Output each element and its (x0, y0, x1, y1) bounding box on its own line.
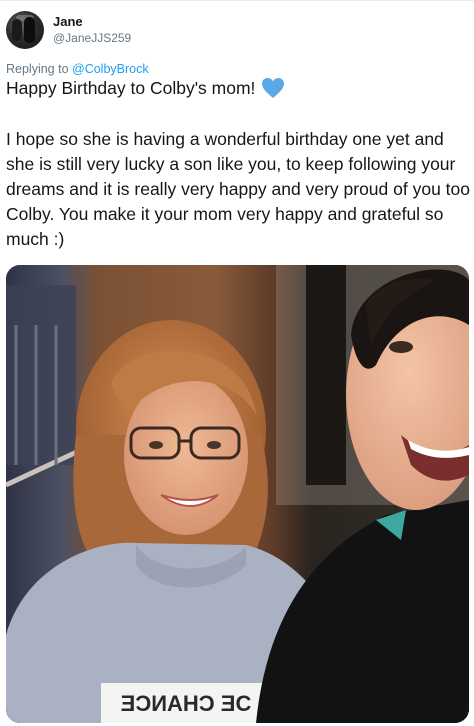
replying-to-line: Replying to @ColbyBrock (6, 62, 149, 76)
display-name[interactable]: Jane (53, 14, 131, 30)
replying-to-mention-link[interactable]: @ColbyBrock (72, 62, 149, 76)
tweet-photo[interactable]: ƎƆИAHƆ ƎC (6, 265, 469, 723)
photo-illustration: ƎƆИAHƆ ƎC (6, 265, 469, 723)
tweet-body-text: I hope so she is having a wonderful birt… (6, 129, 470, 249)
user-info[interactable]: Jane @JaneJJS259 (53, 14, 131, 45)
tweet-first-line-text: Happy Birthday to Colby's mom! (6, 77, 256, 98)
blue-heart-icon (261, 77, 285, 99)
shirt-text: ƎƆИAHƆ ƎC (121, 691, 252, 716)
tweet-first-line: Happy Birthday to Colby's mom! (6, 77, 285, 99)
replying-prefix: Replying to (6, 62, 73, 76)
user-handle[interactable]: @JaneJJS259 (53, 31, 131, 46)
tweet-header: Jane @JaneJJS259 (6, 10, 131, 50)
avatar[interactable] (6, 11, 44, 49)
top-divider (0, 0, 474, 6)
